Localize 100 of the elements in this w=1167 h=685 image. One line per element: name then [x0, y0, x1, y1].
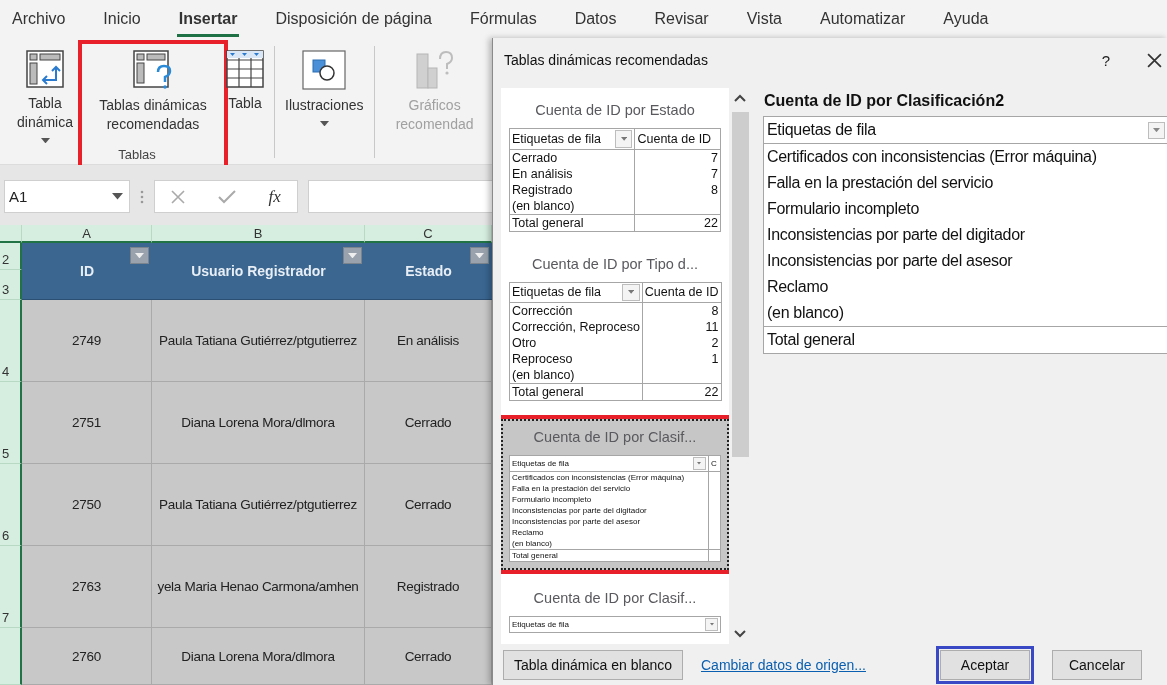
row-label: Reproceso	[512, 352, 573, 366]
table-cell: 2763	[22, 546, 152, 628]
menu-tab[interactable]: Fórmulas	[467, 1, 539, 37]
row-label: Inconsistencias por parte del digitador	[766, 225, 1026, 245]
table-cell: 2749	[22, 300, 152, 382]
caret-icon	[620, 136, 627, 141]
row-number[interactable]: 4	[0, 300, 22, 382]
dialog-title: Tablas dinámicas recomendadas	[504, 52, 709, 68]
column-header: Etiquetas de fila	[512, 131, 601, 146]
table-icon	[226, 50, 264, 88]
row-label: Inconsistencias por parte del asesor	[766, 251, 1014, 271]
row-header[interactable]	[0, 628, 22, 685]
column-header[interactable]: A	[22, 225, 152, 243]
table-header-cell: Usuario Registrador	[152, 243, 365, 300]
count-value: 7	[711, 166, 718, 181]
menu-tab[interactable]: Archivo	[10, 1, 68, 37]
row-label: Formulario incompleto	[766, 199, 920, 219]
count-value: 1	[711, 352, 719, 366]
table-cell: Cerrado	[365, 464, 492, 546]
table-header-cell: Estado	[365, 243, 492, 300]
total-label: Total general	[512, 551, 558, 560]
row-label: (en blanco)	[766, 303, 845, 323]
row-label: Formulario incompleto	[512, 495, 592, 504]
pivot-table-icon	[26, 50, 64, 88]
menu-tab[interactable]: Automatizar	[817, 1, 908, 37]
preview-title: Cuenta de ID por Clasificación2	[763, 91, 1006, 111]
column-header[interactable]: C	[365, 225, 492, 243]
count-value: 2	[711, 336, 719, 350]
name-box[interactable]: A1	[4, 180, 130, 213]
column-header: Cuenta de ID	[644, 285, 719, 300]
filter-button[interactable]	[343, 247, 362, 264]
row-number[interactable]: 6	[0, 464, 22, 546]
row-label: En análisis	[512, 166, 573, 181]
column-header: Etiquetas de fila	[512, 459, 569, 468]
row-label: Corrección, Reproceso	[512, 320, 640, 334]
cancel-icon	[171, 189, 186, 204]
menu-tab[interactable]: Ayuda	[941, 1, 991, 37]
card-title: Cuenta de ID por Clasif...	[532, 589, 698, 608]
select-all-corner[interactable]	[0, 225, 22, 243]
dialog-button[interactable]: Tabla dinámica en blanco	[503, 649, 683, 680]
insert-function-button[interactable]: fx	[268, 186, 281, 207]
menu-tab[interactable]: Vista	[744, 1, 784, 37]
row-number[interactable]: 5	[0, 382, 22, 464]
menu-tab[interactable]: Inicio	[101, 1, 143, 37]
column-header[interactable]: B	[152, 225, 365, 243]
column-header: Etiquetas de fila	[512, 285, 601, 300]
filter-button[interactable]	[470, 247, 489, 264]
menu-tab[interactable]: Revisar	[652, 1, 711, 37]
row-label: Falla en la prestación del servicio	[512, 484, 631, 493]
row-label: Registrado	[512, 182, 573, 197]
table-cell: yela Maria Henao Carmona/amhen	[152, 546, 365, 628]
change-source-link[interactable]: Cambiar datos de origen...	[701, 656, 866, 673]
row-label: (en blanco)	[512, 539, 553, 548]
dialog-button[interactable]: Cancelar	[1052, 649, 1142, 680]
filter-button[interactable]	[130, 247, 149, 264]
row-label: Inconsistencias por parte del asesor	[512, 517, 641, 526]
count-value: 7	[711, 150, 718, 165]
ribbon-button[interactable]: Ilustraciones	[283, 46, 366, 131]
help-button[interactable]: ?	[1088, 51, 1124, 69]
table-cell: Diana Lorena Mora/dlmora	[152, 628, 365, 685]
scroll-up-icon[interactable]	[734, 94, 746, 102]
ribbon-button[interactable]: Tabla	[224, 46, 266, 117]
menu-tab[interactable]: Disposición de página	[273, 1, 434, 37]
caret-icon	[627, 290, 635, 295]
card-title: Cuenta de ID por Estado	[534, 101, 696, 120]
row-label: (en blanco)	[512, 368, 575, 382]
row-label: Otro	[512, 336, 537, 350]
dialog-button[interactable]: Aceptar	[940, 649, 1030, 680]
table-cell: Paula Tatiana Gutiérrez/ptgutierrez	[152, 300, 365, 382]
table-cell: 2750	[22, 464, 152, 546]
close-icon	[1146, 52, 1162, 68]
table-cell: Diana Lorena Mora/dlmora	[152, 382, 365, 464]
row-label: Inconsistencias por parte del digitador	[512, 506, 647, 515]
group-label: Tablas	[118, 147, 156, 165]
dropdown-caret-icon	[112, 193, 123, 200]
caret-icon	[348, 252, 357, 259]
table-cell: Cerrado	[365, 628, 492, 685]
total-value: 22	[704, 215, 718, 230]
count-value: 8	[711, 182, 718, 197]
row-label: Certificados con inconsistencias (Error máquina)	[512, 473, 685, 482]
card-title: Cuenta de ID por Tipo d...	[530, 254, 699, 274]
chart-question-icon	[413, 50, 456, 90]
table-cell: En análisis	[365, 300, 492, 382]
row-number[interactable]: 3	[0, 270, 22, 300]
total-label: Total general	[512, 215, 584, 230]
total-label: Total general	[764, 326, 1167, 353]
caret-icon	[709, 623, 714, 626]
row-number[interactable]: 7	[0, 546, 22, 628]
row-label: Reclamo	[512, 528, 544, 537]
menu-tab[interactable]: Datos	[572, 1, 619, 37]
scroll-thumb[interactable]	[731, 112, 749, 457]
caret-icon	[697, 462, 702, 465]
column-header: Cuenta de ID	[637, 131, 712, 146]
table-cell: Paula Tatiana Gutiérrez/ptgutierrez	[152, 464, 365, 546]
dropdown-caret-icon	[319, 120, 329, 127]
row-number[interactable]: 2	[0, 243, 22, 270]
ribbon-button[interactable]: Tabla dinámica	[8, 46, 82, 148]
scroll-down-icon[interactable]	[734, 630, 746, 638]
ribbon-button[interactable]: Tablas dinámicas recomendadas	[86, 46, 220, 138]
recommended-pivot-icon	[133, 50, 173, 90]
